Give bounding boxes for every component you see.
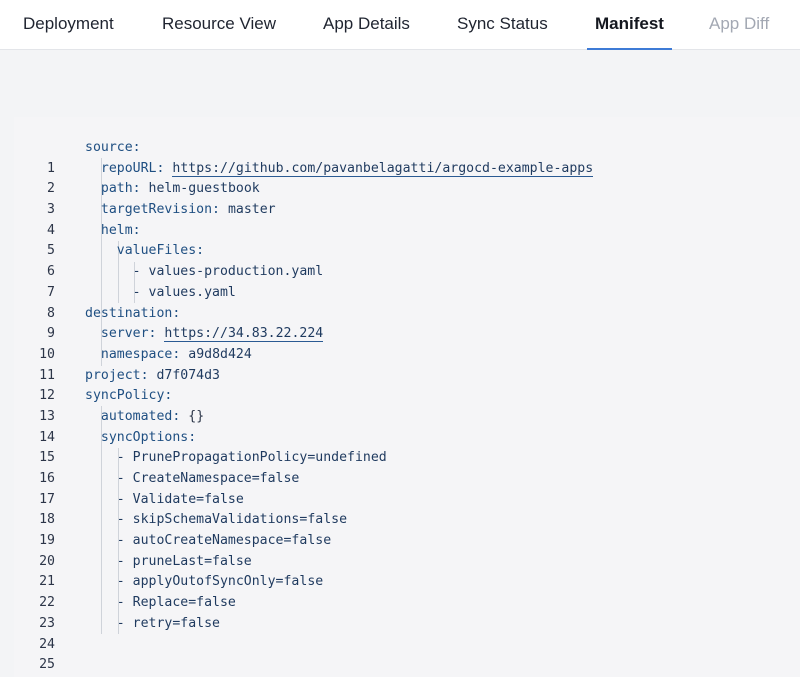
code-line: 11 namespace: a9d8d424: [14, 345, 800, 383]
code-line: 22 - applyOutofSyncOnly=false: [14, 572, 800, 610]
manifest-code-editor[interactable]: 1 source: 2 repoURL: https://github.com/…: [14, 117, 800, 677]
yaml-key-path: path:: [100, 181, 141, 197]
code-line: 9 destination:: [14, 304, 800, 342]
sync-option-item: - pruneLast=false: [116, 553, 252, 569]
code-line: 25: [14, 635, 800, 672]
yaml-value-path: helm-guestbook: [148, 181, 260, 197]
code-line: 6 valueFiles:: [14, 241, 800, 279]
code-line: 23 - Replace=false: [14, 593, 800, 631]
sync-option-item: - skipSchemaValidations=false: [116, 512, 348, 528]
tab-app-diff[interactable]: App Diff: [709, 0, 769, 49]
code-line: 20 - autoCreateNamespace=false: [14, 531, 800, 569]
yaml-key-targetrevision: targetRevision:: [100, 202, 220, 218]
yaml-value-project: d7f074d3: [156, 367, 221, 383]
sync-option-item: - retry=false: [116, 615, 220, 631]
tab-bar: Deployment Resource View App Details Syn…: [0, 0, 800, 50]
yaml-value-automated: {}: [188, 408, 205, 424]
code-line: 18 - Validate=false: [14, 490, 800, 528]
code-line: 10 server: https://34.83.22.224: [14, 324, 800, 362]
sync-option-item: - CreateNamespace=false: [116, 471, 300, 486]
code-line: 4 targetRevision: master: [14, 200, 800, 238]
yaml-key-valuefiles: valueFiles:: [116, 243, 205, 259]
code-line: 24 - retry=false: [14, 614, 800, 652]
yaml-key-destination: destination:: [85, 305, 181, 321]
yaml-key-syncoptions: syncOptions:: [100, 429, 197, 445]
yaml-key-automated: automated:: [100, 408, 181, 424]
code-line: 2 repoURL: https://github.com/pavanbelag…: [14, 159, 800, 196]
code-line: 13 syncPolicy:: [14, 386, 800, 424]
yaml-key-helm: helm:: [100, 222, 141, 238]
sync-option-item: - Replace=false: [116, 595, 236, 611]
yaml-key-repourl: repoURL:: [100, 160, 165, 176]
app-page: Deployment Resource View App Details Syn…: [0, 0, 800, 677]
sync-option-item: - applyOutofSyncOnly=false: [116, 574, 324, 590]
tab-resource-view[interactable]: Resource View: [162, 0, 276, 49]
code-line: 14 automated: {}: [14, 407, 800, 445]
yaml-key-project: project:: [85, 367, 149, 383]
yaml-key-namespace: namespace:: [100, 346, 181, 362]
sync-option-item: - PrunePropagationPolicy=undefined: [116, 450, 387, 466]
code-line: 8 - values.yaml: [14, 283, 800, 321]
line-number: 25: [39, 657, 55, 673]
yaml-list-item: - values.yaml: [132, 284, 236, 300]
yaml-value-namespace: a9d8d424: [188, 346, 252, 362]
yaml-key-syncpolicy: syncPolicy:: [85, 388, 173, 404]
tab-deployment[interactable]: Deployment: [23, 0, 114, 49]
repo-url-link[interactable]: https://github.com/pavanbelagatti/argocd…: [172, 160, 594, 177]
code-line: 12 project: d7f074d3: [14, 366, 800, 404]
code-line: 17 - CreateNamespace=false: [14, 469, 800, 507]
yaml-key-source: source:: [85, 140, 141, 155]
tab-manifest[interactable]: Manifest: [587, 0, 672, 50]
code-line: 1 source:: [14, 138, 800, 176]
tab-sync-status[interactable]: Sync Status: [457, 0, 548, 49]
code-line: 5 helm:: [14, 221, 800, 259]
code-line: 7 - values-production.yaml: [14, 262, 800, 300]
sync-option-item: - autoCreateNamespace=false: [116, 533, 332, 549]
sync-option-item: - Validate=false: [116, 491, 244, 507]
yaml-list-item: - values-production.yaml: [132, 264, 324, 280]
yaml-value-targetrevision: master: [227, 202, 276, 218]
server-url-link[interactable]: https://34.83.22.224: [164, 326, 324, 343]
code-line: 19 - skipSchemaValidations=false: [14, 510, 800, 548]
code-line: 15 syncOptions:: [14, 428, 800, 466]
tab-app-details[interactable]: App Details: [323, 0, 410, 49]
code-line: 3 path: helm-guestbook: [14, 179, 800, 217]
yaml-key-server: server:: [100, 326, 157, 342]
code-line: 16 - PrunePropagationPolicy=undefined: [14, 448, 800, 486]
code-lines: 1 source: 2 repoURL: https://github.com/…: [14, 138, 800, 672]
code-line: 21 - pruneLast=false: [14, 552, 800, 590]
